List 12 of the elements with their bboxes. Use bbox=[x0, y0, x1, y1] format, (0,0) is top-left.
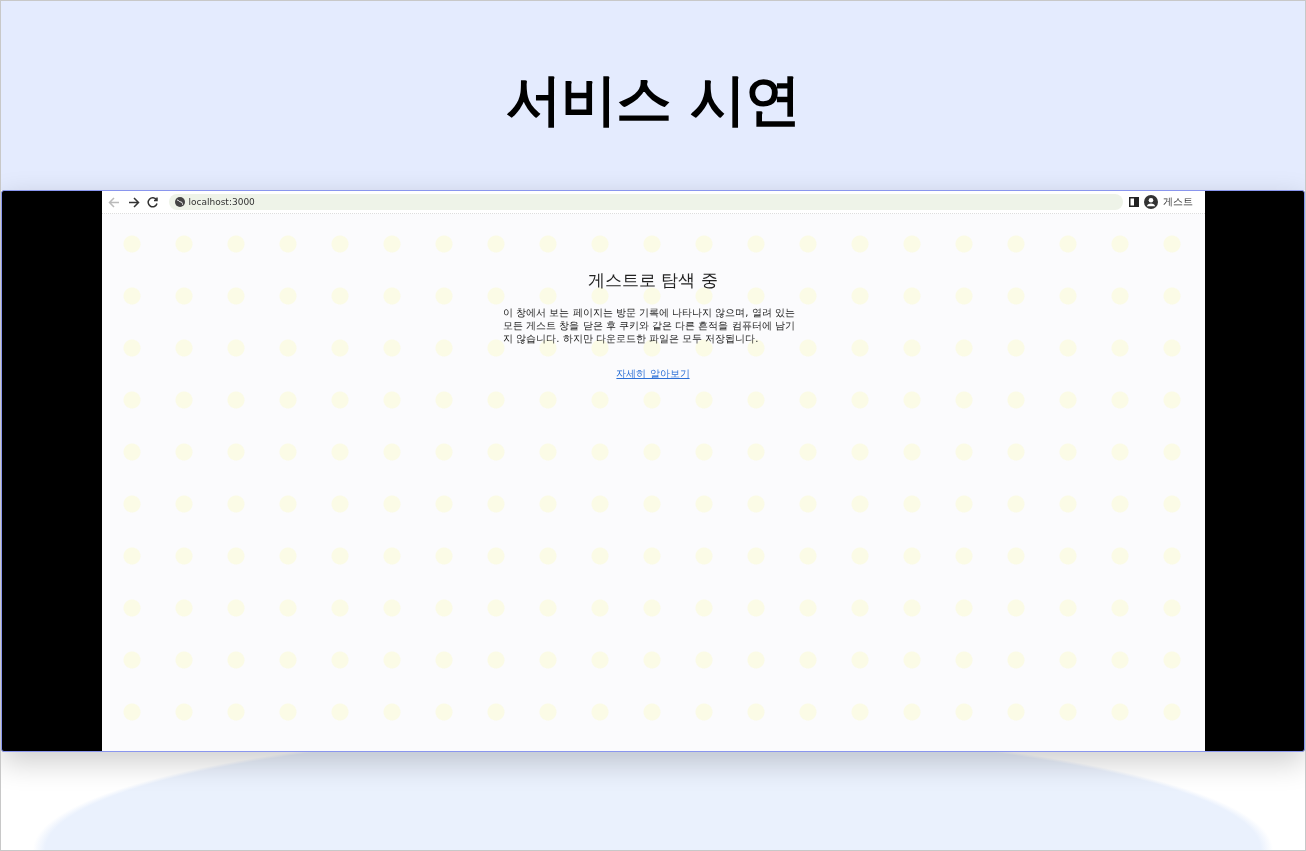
address-text: localhost:3000 bbox=[188, 197, 255, 207]
forward-button[interactable] bbox=[126, 195, 140, 209]
sidebar-icon[interactable] bbox=[1128, 197, 1139, 207]
account-icon[interactable] bbox=[1143, 195, 1158, 209]
learn-more-link[interactable]: 자세히 알아보기 bbox=[616, 367, 690, 381]
globe-icon bbox=[174, 197, 185, 207]
slide-title: 서비스 시연 bbox=[506, 65, 800, 134]
description-text: 이 창에서 보는 페이지는 방문 기록에 나타나지 않으며, 열려 있는 모든 게스트 창을 닫은 후 쿠키와 같은 다른 흔적을 컴퓨터에 남기지 않습니다. 하지만 다운로드한 파일은 모두 저장됩니다. bbox=[503, 306, 796, 345]
profile-label[interactable]: 게스트 bbox=[1162, 195, 1193, 209]
address-bar[interactable]: localhost:3000 bbox=[168, 194, 1123, 210]
page-heading: 게스트로 탐색 중 bbox=[588, 269, 718, 292]
reload-button[interactable] bbox=[145, 195, 159, 209]
